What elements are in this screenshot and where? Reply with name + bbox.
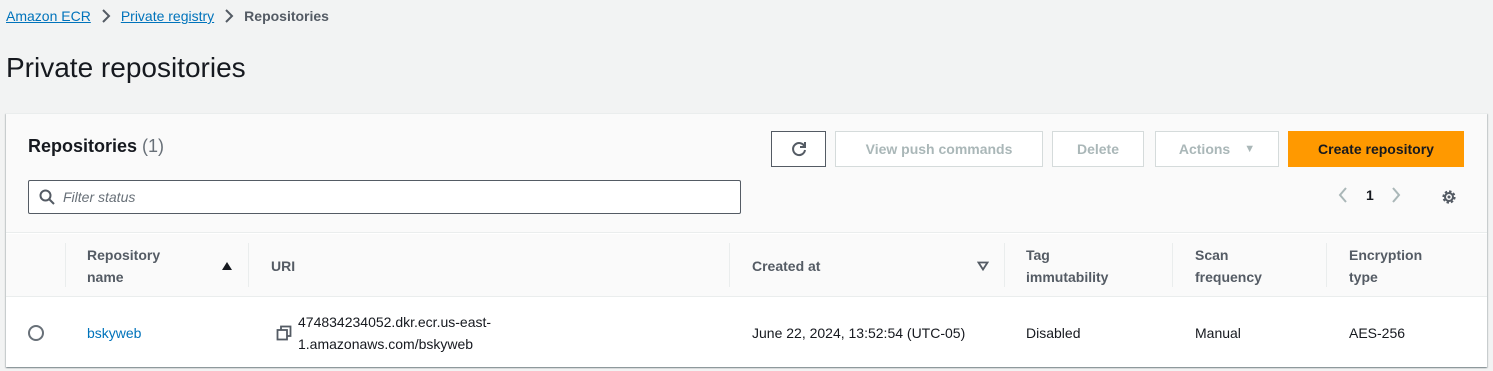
- column-created-at[interactable]: Created at: [752, 234, 820, 297]
- sort-ascending-icon[interactable]: [221, 261, 233, 271]
- panel-title-text: Repositories: [28, 136, 138, 156]
- breadcrumb-current: Repositories: [244, 8, 329, 24]
- page-number[interactable]: 1: [1366, 187, 1374, 203]
- refresh-icon: [790, 140, 808, 158]
- panel-title: Repositories (1): [28, 136, 164, 157]
- filter-box: [28, 180, 741, 214]
- column-repository-name[interactable]: Repository name: [87, 234, 187, 297]
- filter-input[interactable]: [63, 189, 703, 205]
- pagination: 1: [1338, 187, 1401, 203]
- repository-name-link[interactable]: bskyweb: [87, 322, 141, 344]
- chevron-left-icon[interactable]: [1338, 187, 1348, 203]
- column-encryption-type[interactable]: Encryption type: [1349, 234, 1449, 297]
- column-uri[interactable]: URI: [271, 234, 295, 297]
- column-tag-immutability[interactable]: Tag immutability: [1026, 234, 1136, 297]
- scan-frequency-value: Manual: [1195, 325, 1241, 341]
- chevron-right-icon: [101, 9, 111, 23]
- copy-icon[interactable]: [276, 325, 292, 341]
- refresh-button[interactable]: [771, 131, 826, 167]
- caret-down-icon: ▼: [1244, 143, 1256, 155]
- repository-count: (1): [142, 136, 165, 156]
- repository-uri: 474834234052.dkr.ecr.us-east-1.amazonaws…: [298, 314, 492, 352]
- breadcrumb: Amazon ECR Private registry Repositories: [6, 8, 329, 24]
- sort-descending-icon[interactable]: [977, 261, 989, 271]
- table-row: bskyweb 474834234052.dkr.ecr.us-east-1.a…: [6, 298, 1487, 368]
- delete-button[interactable]: Delete: [1052, 131, 1144, 167]
- view-push-commands-button[interactable]: View push commands: [835, 131, 1043, 167]
- create-repository-button[interactable]: Create repository: [1288, 131, 1464, 167]
- table-header: Repository name URI Created at Tag immut…: [6, 234, 1487, 297]
- page-title: Private repositories: [6, 52, 246, 83]
- encryption-type-value: AES-256: [1349, 325, 1406, 341]
- repositories-panel: Repositories (1) View push commands Dele…: [6, 113, 1487, 367]
- tag-immutability-value: Disabled: [1026, 325, 1081, 341]
- column-scan-frequency[interactable]: Scan frequency: [1195, 234, 1295, 297]
- panel-header: Repositories (1) View push commands Dele…: [6, 114, 1487, 233]
- chevron-right-icon[interactable]: [1391, 187, 1401, 203]
- breadcrumb-amazon-ecr[interactable]: Amazon ECR: [6, 8, 91, 24]
- breadcrumb-private-registry[interactable]: Private registry: [121, 8, 214, 24]
- row-select-radio[interactable]: [28, 325, 44, 341]
- actions-dropdown[interactable]: Actions ▼: [1155, 131, 1279, 167]
- settings-gear-icon[interactable]: [1440, 188, 1458, 206]
- chevron-right-icon: [224, 9, 234, 23]
- actions-label: Actions: [1178, 141, 1231, 157]
- search-icon: [39, 189, 55, 205]
- created-at-value: June 22, 2024, 13:52:54 (UTC-05): [752, 325, 966, 341]
